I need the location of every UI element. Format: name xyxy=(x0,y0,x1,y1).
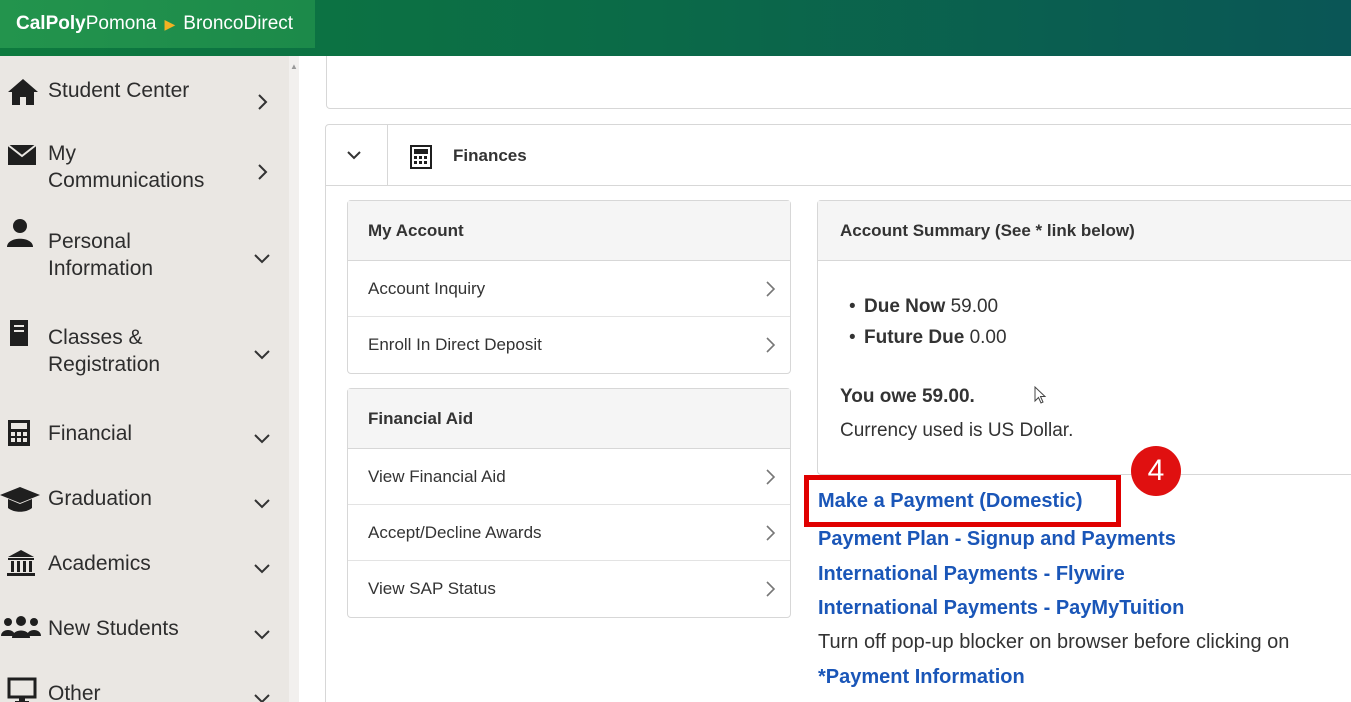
due-now-value: 59.00 xyxy=(950,296,999,317)
sidebar-item-financial[interactable]: Financial xyxy=(0,416,289,456)
monitor-icon xyxy=(7,677,37,702)
accept-decline-awards-link[interactable]: Accept/Decline Awards xyxy=(348,505,790,561)
row-label: Account Inquiry xyxy=(368,278,486,298)
sidebar-item-label: Classes & Registration xyxy=(48,326,161,376)
chevron-down-icon xyxy=(254,694,270,702)
home-icon xyxy=(8,79,38,105)
calculator-icon xyxy=(410,145,432,169)
row-label: Enroll In Direct Deposit xyxy=(368,335,542,354)
sidebar-item-personal-information[interactable]: Personal Information xyxy=(0,216,289,280)
international-paymytuition-link[interactable]: International Payments - PayMyTuition xyxy=(818,597,1184,620)
users-icon xyxy=(1,616,41,638)
sidebar-item-label: My Communications xyxy=(48,142,205,192)
section-title: Finances xyxy=(453,146,527,165)
finances-section-header[interactable]: Finances xyxy=(325,124,1351,186)
enroll-direct-deposit-link[interactable]: Enroll In Direct Deposit xyxy=(348,317,790,373)
chevron-right-icon xyxy=(766,525,776,541)
account-inquiry-link[interactable]: Account Inquiry xyxy=(348,261,790,317)
breadcrumb-caret-icon: ▶ xyxy=(164,15,176,32)
due-now-item: Due Now 59.00 xyxy=(840,291,1007,322)
university-icon xyxy=(7,550,35,576)
payment-plan-link[interactable]: Payment Plan - Signup and Payments xyxy=(818,528,1176,551)
sidebar-item-label: Graduation xyxy=(48,487,152,510)
chevron-right-icon xyxy=(258,94,268,110)
sidebar-item-label: New Students xyxy=(48,617,179,640)
owe-amount-text: You owe 59.00. xyxy=(840,386,975,407)
sidebar-item-new-students[interactable]: New Students xyxy=(0,612,289,652)
sidebar-item-academics[interactable]: Academics xyxy=(0,546,289,586)
mouse-cursor-icon xyxy=(1034,386,1047,404)
chevron-down-icon xyxy=(347,151,361,160)
chevron-down-icon xyxy=(254,254,270,264)
chevron-down-icon xyxy=(254,630,270,640)
sidebar-item-label: Financial xyxy=(48,422,133,445)
brand-name-bold: CalPoly xyxy=(16,13,86,34)
chevron-right-icon xyxy=(766,281,776,297)
chevron-right-icon xyxy=(766,469,776,485)
row-label: View Financial Aid xyxy=(368,466,506,486)
chevron-down-icon xyxy=(254,564,270,574)
due-list: Due Now 59.00 Future Due 0.00 xyxy=(840,291,1007,353)
app-name: BroncoDirect xyxy=(183,13,294,34)
chevron-down-icon xyxy=(254,499,270,509)
sidebar-item-student-center[interactable]: Student Center xyxy=(0,68,289,118)
future-due-item: Future Due 0.00 xyxy=(840,322,1007,353)
sidebar-item-label: Student Center xyxy=(48,79,190,102)
sidebar-item-label: Personal Information xyxy=(48,230,154,280)
row-label: View SAP Status xyxy=(368,579,496,598)
currency-text: Currency used is US Dollar. xyxy=(840,420,1074,441)
book-icon xyxy=(10,320,28,346)
sidebar-scrollbar[interactable]: ▲ xyxy=(289,56,299,702)
international-flywire-link[interactable]: International Payments - Flywire xyxy=(818,563,1125,586)
panel-title: Financial Aid xyxy=(348,389,790,449)
previous-section-card xyxy=(326,56,1351,109)
sidebar-item-my-communications[interactable]: My Communications xyxy=(0,134,289,194)
brand-name-light: Pomona xyxy=(85,13,157,34)
sidebar-item-label: Academics xyxy=(48,552,151,575)
chevron-down-icon xyxy=(254,350,270,360)
envelope-icon xyxy=(7,144,37,165)
calculator-icon xyxy=(8,420,30,446)
brand-logo[interactable]: CalPoly Pomona ▶ BroncoDirect xyxy=(0,0,315,48)
chevron-right-icon xyxy=(258,164,268,180)
scroll-up-arrow-icon[interactable]: ▲ xyxy=(290,62,298,71)
panel-title: My Account xyxy=(348,201,790,261)
step-number-badge: 4 xyxy=(1131,446,1181,496)
sidebar-item-other[interactable]: Other xyxy=(0,676,289,702)
sidebar-item-label: Other xyxy=(48,682,101,702)
view-sap-status-link[interactable]: View SAP Status xyxy=(348,561,790,617)
collapse-toggle-button[interactable] xyxy=(326,125,388,185)
sidebar: Student Center My Communications Persona… xyxy=(0,56,289,702)
popup-blocker-note: Turn off pop-up blocker on browser befor… xyxy=(818,631,1290,653)
chevron-right-icon xyxy=(766,337,776,353)
row-label: Accept/Decline Awards xyxy=(368,522,542,542)
future-due-value: 0.00 xyxy=(969,327,1007,348)
graduation-cap-icon xyxy=(0,487,40,512)
payment-information-link[interactable]: *Payment Information xyxy=(818,666,1025,689)
account-summary-panel: Account Summary (See * link below) Due N… xyxy=(817,200,1351,475)
view-financial-aid-link[interactable]: View Financial Aid xyxy=(348,449,790,505)
my-account-panel: My Account Account Inquiry Enroll In Dir… xyxy=(347,200,791,374)
chevron-right-icon xyxy=(766,581,776,597)
user-icon xyxy=(7,219,33,247)
due-now-label: Due Now xyxy=(864,296,946,317)
future-due-label: Future Due xyxy=(864,327,965,348)
chevron-down-icon xyxy=(254,434,270,444)
sidebar-item-graduation[interactable]: Graduation xyxy=(0,481,289,521)
sidebar-item-classes-registration[interactable]: Classes & Registration xyxy=(0,316,289,376)
financial-aid-panel: Financial Aid View Financial Aid Accept/… xyxy=(347,388,791,618)
top-banner: CalPoly Pomona ▶ BroncoDirect xyxy=(0,0,1351,56)
highlight-box xyxy=(804,475,1121,527)
panel-title: Account Summary (See * link below) xyxy=(818,201,1351,261)
